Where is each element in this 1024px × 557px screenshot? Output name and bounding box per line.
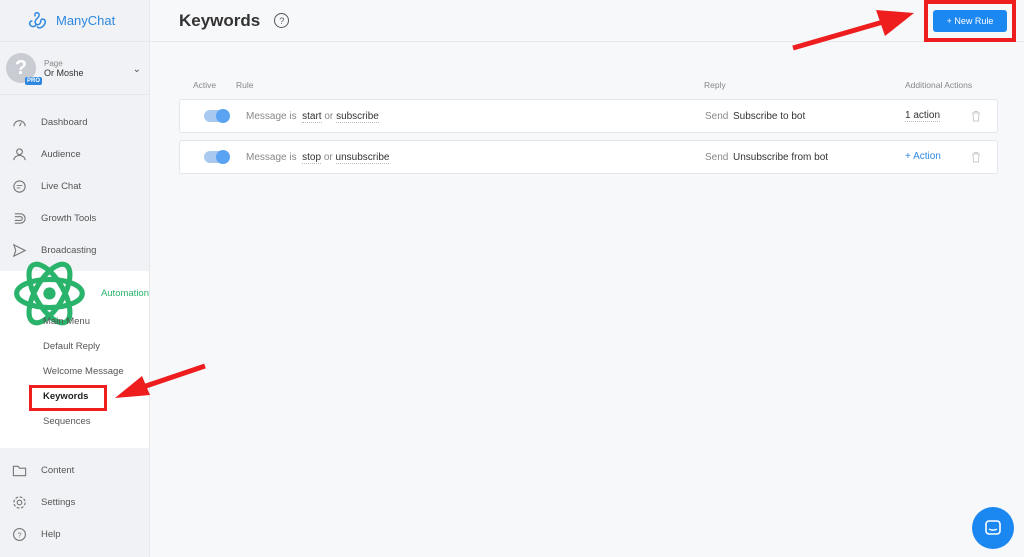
- page-title: Keywords: [179, 10, 261, 30]
- sidebar-item-label: Audience: [41, 148, 81, 160]
- sidebar-item-growth-tools[interactable]: Growth Tools: [0, 202, 149, 234]
- keyword[interactable]: start: [302, 111, 322, 123]
- sidebar-item-label: Content: [41, 464, 75, 476]
- sidebar-item-dashboard[interactable]: Dashboard: [0, 106, 149, 138]
- keyword[interactable]: unsubscribe: [335, 152, 390, 164]
- main-content: Keywords ? + New Rule Active Rule Reply …: [151, 0, 1024, 557]
- sidebar-item-automation[interactable]: Automation: [0, 261, 149, 325]
- keyword[interactable]: stop: [302, 152, 322, 164]
- col-rule: Rule: [236, 80, 254, 90]
- arrow-to-keywords-icon: [115, 363, 206, 398]
- send-label: Send: [705, 152, 729, 163]
- arrow-to-new-rule-icon: [792, 10, 914, 51]
- sidebar-subitem-sequences[interactable]: Sequences: [0, 409, 149, 434]
- gear-icon: [13, 495, 26, 509]
- audience-icon: [13, 147, 26, 160]
- sidebar-item-label: Settings: [41, 496, 76, 508]
- nav-bottom: Content Settings ? Help: [0, 448, 149, 550]
- sidebar-item-label: Help: [41, 528, 61, 540]
- sidebar: ManyChat ? PRO Page Or Moshe ⌄ Dashboard…: [0, 0, 150, 557]
- chat-bubble-icon: [985, 520, 1001, 535]
- active-toggle[interactable]: [204, 109, 230, 123]
- sidebar-item-live-chat[interactable]: Live Chat: [0, 170, 149, 202]
- nav-top: Dashboard Audience Live Chat Growth Tool…: [0, 95, 149, 266]
- new-rule-highlight-box: + New Rule: [924, 0, 1016, 42]
- sidebar-item-label: Live Chat: [41, 180, 82, 192]
- svg-text:?: ?: [17, 530, 21, 539]
- col-actions: Additional Actions: [905, 80, 973, 90]
- rule-condition: Message is start or subscribe: [246, 111, 379, 123]
- col-active: Active: [193, 80, 217, 90]
- active-toggle[interactable]: [204, 150, 230, 164]
- table-row[interactable]: Message is stop or unsubscribe Send Unsu…: [179, 140, 998, 174]
- rule-prefix: Message is: [246, 152, 297, 163]
- trash-icon[interactable]: [971, 151, 981, 163]
- sidebar-item-label: Broadcasting: [41, 244, 97, 256]
- chevron-down-icon[interactable]: ⌄: [133, 64, 141, 75]
- sidebar-item-audience[interactable]: Audience: [0, 138, 149, 170]
- help-icon: ?: [13, 527, 26, 541]
- new-rule-button[interactable]: + New Rule: [933, 10, 1007, 32]
- sidebar-item-label: Automation: [100, 287, 149, 299]
- dashboard-icon: [13, 119, 26, 127]
- reply-link[interactable]: Unsubscribe from bot: [733, 152, 828, 163]
- rule-prefix: Message is: [246, 111, 297, 122]
- sidebar-item-label: Dashboard: [41, 116, 88, 128]
- table-row[interactable]: Message is start or subscribe Send Subsc…: [179, 99, 998, 133]
- sidebar-item-label: Growth Tools: [41, 212, 97, 224]
- pro-badge: PRO: [24, 77, 42, 85]
- keywords-highlight-box: [29, 385, 107, 411]
- support-chat-button[interactable]: [972, 507, 1014, 549]
- send-label: Send: [705, 111, 729, 122]
- add-action-link[interactable]: + Action: [905, 151, 941, 162]
- sidebar-subitem-default-reply[interactable]: Default Reply: [0, 334, 149, 359]
- folder-icon: [12, 465, 27, 476]
- sidebar-item-help[interactable]: ? Help: [0, 518, 149, 550]
- keyword[interactable]: subscribe: [336, 111, 379, 123]
- rule-or: or: [324, 111, 334, 122]
- magnet-icon: [14, 212, 26, 224]
- sidebar-item-settings[interactable]: Settings: [0, 486, 149, 518]
- sidebar-item-content[interactable]: Content: [0, 454, 149, 486]
- avatar-glyph: ?: [14, 56, 28, 79]
- automation-section: Automation Main Menu Default Reply Welco…: [0, 261, 149, 448]
- brand-name: ManyChat: [56, 13, 116, 28]
- page-label: Page: [44, 58, 63, 68]
- trash-icon[interactable]: [971, 110, 981, 122]
- chat-icon: [13, 179, 26, 193]
- rule-condition: Message is stop or unsubscribe: [246, 152, 390, 164]
- question-icon[interactable]: ?: [274, 13, 290, 28]
- col-reply: Reply: [704, 80, 726, 90]
- manychat-logo-icon: [28, 11, 47, 29]
- reply-link[interactable]: Subscribe to bot: [733, 111, 805, 122]
- brand[interactable]: ManyChat: [0, 0, 149, 42]
- action-link[interactable]: 1 action: [905, 110, 941, 122]
- page-owner: Or Moshe: [44, 67, 84, 78]
- page-switcher[interactable]: ? PRO Page Or Moshe ⌄: [0, 42, 149, 95]
- rule-or: or: [323, 152, 333, 163]
- avatar: ? PRO: [6, 53, 42, 85]
